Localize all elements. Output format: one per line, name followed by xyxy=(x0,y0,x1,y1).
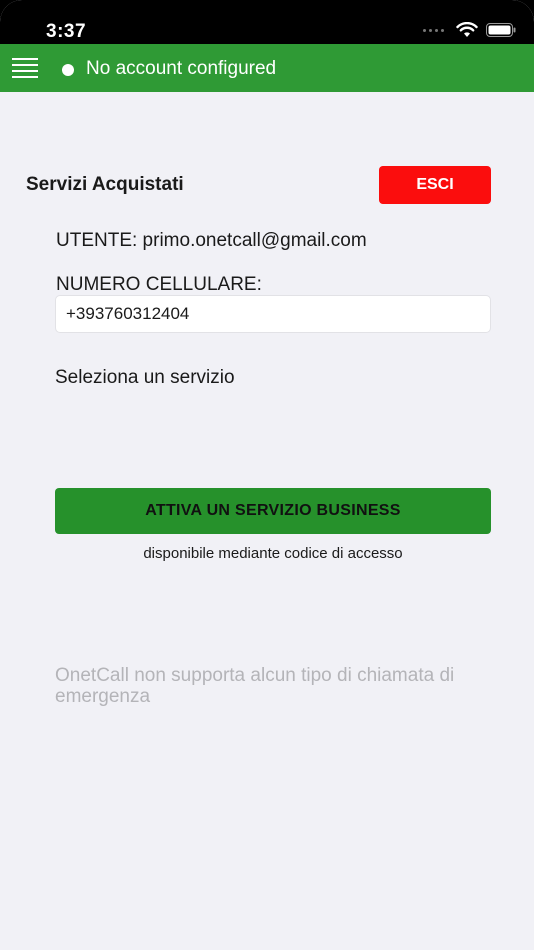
phone-number-input[interactable] xyxy=(55,295,491,333)
exit-button[interactable]: ESCI xyxy=(379,166,491,204)
hamburger-menu-icon[interactable] xyxy=(12,56,40,80)
app-bar: No account configured xyxy=(0,44,534,92)
battery-icon xyxy=(486,23,516,37)
business-access-note: disponibile mediante codice di accesso xyxy=(143,545,403,562)
emergency-disclaimer: OnetCall non supporta alcun tipo di chia… xyxy=(55,665,455,707)
account-status-dot-icon xyxy=(62,64,74,76)
status-bar: 3:37 xyxy=(0,0,534,44)
activate-business-service-button[interactable]: ATTIVA UN SERVIZIO BUSINESS xyxy=(55,488,491,534)
user-email-line: UTENTE: primo.onetcall@gmail.com xyxy=(56,230,367,251)
app-screen: 3:37 No account configured Servizi Acqui… xyxy=(0,0,534,950)
signal-dots-icon xyxy=(423,28,444,32)
service-select[interactable]: Seleziona un servizio xyxy=(55,367,235,389)
wifi-icon xyxy=(456,22,478,38)
phone-number-label: NUMERO CELLULARE: xyxy=(56,274,262,295)
status-time: 3:37 xyxy=(46,21,87,42)
status-icons xyxy=(423,22,516,38)
account-status-text: No account configured xyxy=(86,58,277,79)
section-title: Servizi Acquistati xyxy=(26,174,184,195)
